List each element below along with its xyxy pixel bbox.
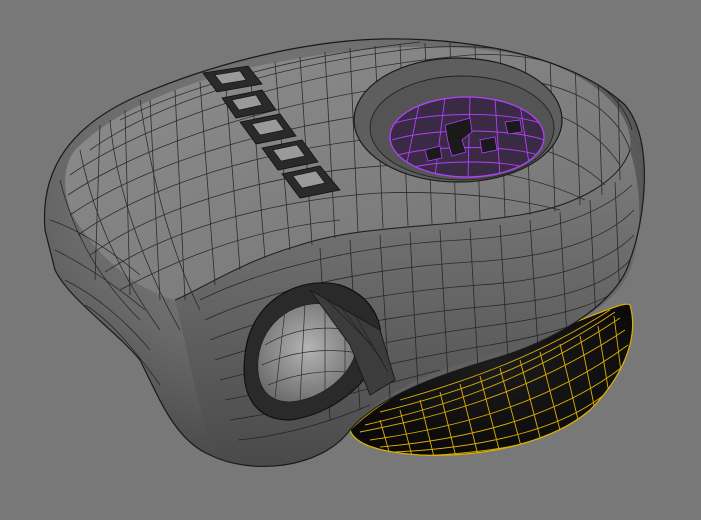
- viewport-3d[interactable]: [0, 0, 701, 520]
- top-cup[interactable]: [353, 57, 563, 183]
- viewport-canvas[interactable]: [0, 0, 701, 520]
